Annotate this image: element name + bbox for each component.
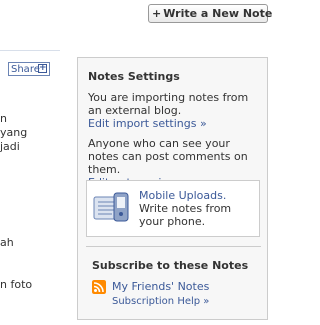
subscribe-title: Subscribe to these Notes — [92, 259, 249, 272]
mobile-uploads-desc: Write notes from your phone. — [139, 202, 232, 228]
share-button[interactable]: Share + — [8, 62, 50, 76]
left-text-line: jadi — [0, 140, 20, 153]
mobile-uploads-link[interactable]: Mobile Uploads. — [139, 189, 226, 202]
notes-settings-panel: Notes Settings You are importing notes f… — [77, 57, 268, 320]
share-plus-icon: + — [38, 63, 47, 73]
panel-divider — [86, 246, 261, 247]
plus-icon: + — [152, 7, 162, 20]
privacy-text: Anyone who can see your notes can post c… — [88, 137, 248, 176]
edit-import-settings-link[interactable]: Edit import settings » — [88, 117, 207, 130]
rss-icon — [92, 280, 106, 294]
write-new-note-label: Write a New Note — [163, 7, 273, 20]
left-text-line: yang — [0, 126, 28, 139]
left-text-line: n foto — [0, 278, 33, 291]
left-divider — [0, 50, 60, 51]
write-new-note-button[interactable]: + Write a New Note — [148, 4, 272, 23]
share-label: Share — [11, 63, 40, 75]
mobile-uploads-box: Mobile Uploads. Write notes from your ph… — [86, 180, 260, 237]
subscription-help-link[interactable]: Subscription Help » — [112, 296, 209, 307]
mobile-uploads-text: Mobile Uploads. Write notes from your ph… — [139, 189, 259, 228]
my-friends-notes-link[interactable]: My Friends' Notes — [112, 280, 209, 293]
left-text-line: n — [0, 112, 7, 125]
left-text-line: ah — [0, 236, 14, 249]
import-section: You are importing notes from an external… — [88, 91, 263, 130]
import-text: You are importing notes from an external… — [88, 91, 249, 117]
panel-title: Notes Settings — [88, 70, 180, 83]
mobile-uploads-icon — [93, 192, 129, 222]
